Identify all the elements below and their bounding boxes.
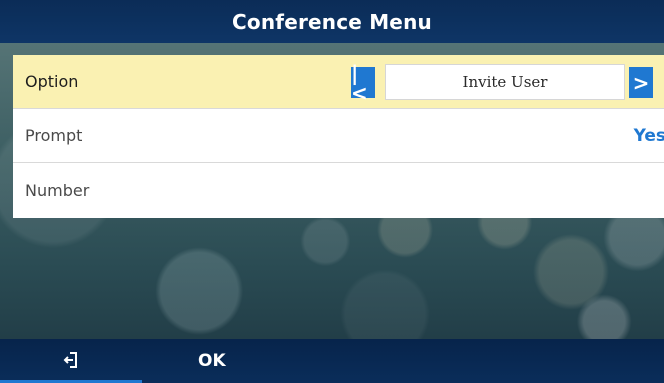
exit-icon [63, 351, 79, 369]
prompt-row[interactable]: Prompt Yes [13, 109, 664, 163]
option-selector[interactable]: Invite User [385, 64, 625, 100]
ok-button[interactable]: OK [142, 339, 258, 383]
option-value: Invite User [462, 73, 548, 91]
softkey-bar: OK [0, 339, 664, 383]
prompt-value: Yes [633, 125, 664, 146]
next-option-button[interactable]: > [629, 67, 653, 98]
screen-title: Conference Menu [232, 9, 432, 34]
option-row[interactable]: Option |< Invite User > [13, 55, 664, 109]
chevron-right-icon: > [632, 70, 650, 95]
back-button[interactable] [0, 339, 142, 383]
skip-to-start-icon: |< [351, 60, 368, 105]
number-row[interactable]: Number [13, 163, 664, 218]
conference-menu-list: Option |< Invite User > Prompt Yes Numbe… [13, 55, 664, 218]
option-label: Option [25, 72, 79, 91]
title-bar: Conference Menu [0, 0, 664, 43]
prompt-label: Prompt [25, 126, 83, 145]
number-label: Number [25, 181, 90, 200]
first-option-button[interactable]: |< [351, 63, 375, 103]
ok-label: OK [198, 351, 226, 371]
